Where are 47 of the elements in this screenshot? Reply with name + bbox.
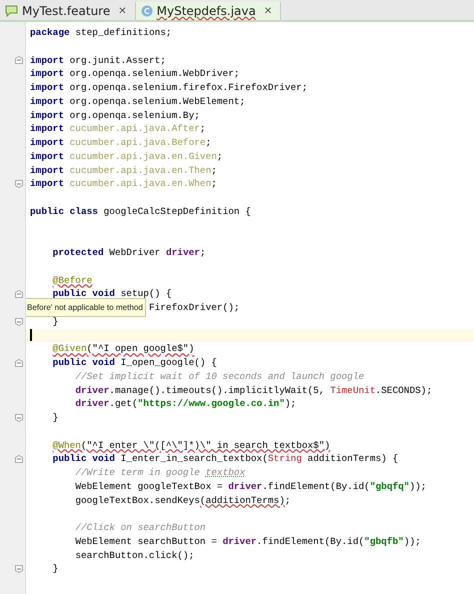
code-line: protected WebDriver driver;	[52, 246, 206, 260]
fold-icon[interactable]	[15, 414, 23, 422]
fold-icon[interactable]	[15, 318, 23, 326]
code-line: googleTextBox.sendKeys(additionTerms);	[75, 494, 291, 508]
text-cursor	[30, 329, 32, 342]
code-line: //Write term in google textbox	[75, 466, 246, 480]
code-line: import org.openqa.selenium.By;	[30, 108, 200, 122]
code-line: WebElement searchButton = driver.findElement(By.id("gbqfb"));	[75, 534, 421, 548]
speech-bubble-icon	[5, 5, 18, 17]
fold-icon[interactable]	[15, 565, 23, 574]
fold-icon[interactable]	[15, 290, 23, 298]
code-line: public void I_open_google() {	[52, 356, 217, 370]
close-icon[interactable]: ✕	[118, 6, 127, 16]
code-line: import cucumber.api.java.en.When;	[30, 177, 217, 191]
error-tooltip: Before' not applicable to method	[26, 298, 146, 317]
code-line: import cucumber.api.java.en.Given;	[30, 150, 223, 164]
fold-icon[interactable]	[15, 56, 23, 64]
fold-icon[interactable]	[15, 180, 23, 188]
code-line: WebElement googleTextBox = driver.findElement(By.id("gbqfq"));	[75, 480, 426, 494]
code-line: import cucumber.api.java.Before;	[30, 136, 212, 150]
code-line: @Before	[52, 274, 92, 288]
fold-icon[interactable]	[15, 455, 23, 464]
code-line: }	[52, 411, 58, 425]
code-line: driver.manage().timeouts().implicitlyWait(5, TimeUnit.SECONDS);	[75, 384, 432, 398]
code-line: searchButton.click();	[75, 548, 194, 562]
code-line: import org.openqa.selenium.WebElement;	[30, 94, 246, 108]
close-icon[interactable]: ✕	[264, 6, 272, 16]
code-line: public void setup() {	[52, 287, 172, 301]
code-line: @When("^I enter \"([^\"]*)\" in search textbox$")	[52, 438, 330, 452]
code-line: import cucumber.api.java.After;	[30, 122, 206, 136]
code-line: //Click on searchButton	[75, 521, 206, 535]
code-line: @Given("^I open google$")	[52, 342, 194, 356]
code-line: public class googleCalcStepDefinition {	[30, 204, 251, 218]
fold-icon[interactable]	[15, 358, 23, 367]
code-line: import cucumber.api.java.en.Then;	[30, 164, 217, 178]
code-line: package step_definitions;	[30, 26, 172, 40]
code-line: }	[52, 562, 58, 576]
code-line: driver.get("https://www.google.co.in");	[75, 397, 296, 411]
code-line: FirefoxDriver();	[148, 301, 240, 315]
code-line: }	[52, 314, 58, 328]
code-line: import org.openqa.selenium.WebDriver;	[30, 67, 240, 81]
code-line: //Set implicit wait of 10 seconds and launch google	[75, 370, 364, 384]
class-icon	[140, 5, 153, 17]
code-line: public void I_enter_in_search_textbox(String additionTerms) {	[52, 452, 398, 466]
code-line: import org.openqa.selenium.firefox.FirefoxDriver;	[30, 81, 308, 95]
code-line: import org.junit.Assert;	[30, 54, 166, 68]
editor-tab[interactable]: MyStepdefs.java ✕	[136, 2, 282, 20]
